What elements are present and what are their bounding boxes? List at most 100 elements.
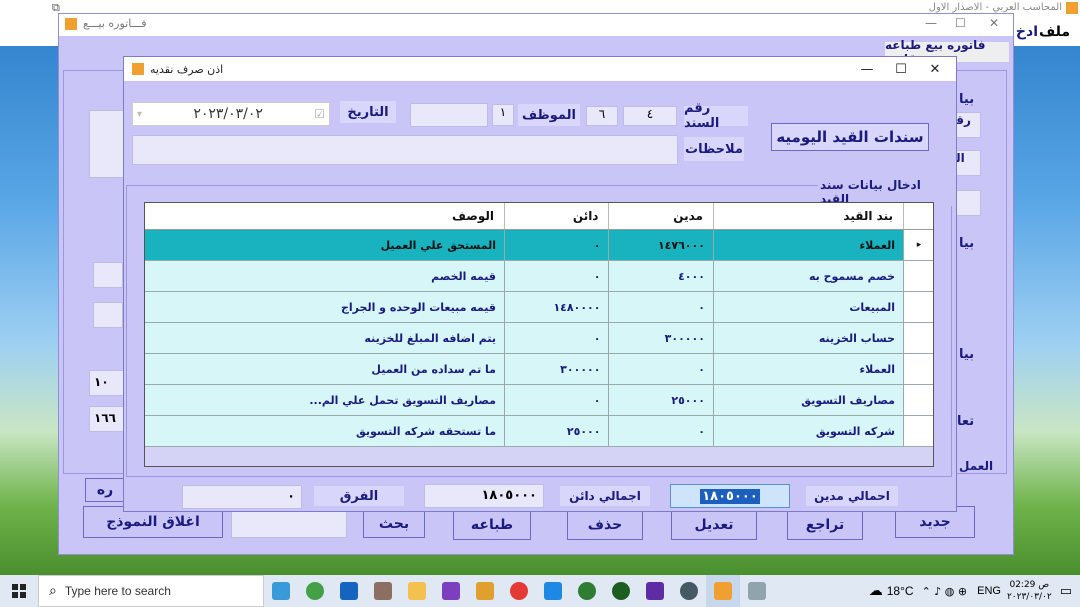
language-indicator[interactable]: ENG (977, 585, 1001, 597)
left-field[interactable] (93, 262, 123, 288)
cell-credit[interactable]: ٠ (504, 229, 610, 261)
cell-desc[interactable]: يتم اضافه المبلغ للخزينه (145, 322, 505, 354)
app-icon[interactable] (264, 575, 298, 607)
voucher-no-field[interactable]: ٤ (623, 106, 677, 126)
col-header-item[interactable]: بند القيد (713, 203, 905, 230)
total-credit-label: اجمالي دائن (560, 486, 650, 506)
close-icon[interactable]: ✕ (918, 57, 952, 81)
cell-item[interactable]: شركه التسويق (713, 415, 905, 447)
undo-button[interactable]: تراجع (787, 510, 863, 540)
cell-item[interactable]: المبيعات (713, 291, 905, 323)
weather-icon[interactable]: ☁ (869, 583, 883, 599)
table-row[interactable]: خصم مسموح به ٤٠٠٠ ٠ قيمه الخصم (145, 260, 933, 292)
cell-debit[interactable]: ٢٥٠٠٠ (608, 384, 714, 416)
maximize-icon[interactable]: ☐ (955, 16, 966, 30)
voucher-no2-field[interactable]: ٦ (586, 106, 618, 126)
whatsapp-icon[interactable] (570, 575, 604, 607)
mail-icon[interactable] (332, 575, 366, 607)
cell-debit[interactable]: ١٤٧٦٠٠٠ (608, 229, 714, 261)
delete-button[interactable]: حذف (567, 510, 643, 540)
employee-name-field[interactable] (410, 103, 488, 127)
table-row[interactable]: حساب الخزينه ٣٠٠٠٠٠ ٠ يتم اضافه المبلغ ل… (145, 322, 933, 354)
checkbox-icon[interactable]: ☑ (314, 107, 325, 121)
visual-studio-icon[interactable] (638, 575, 672, 607)
table-row[interactable]: العملاء ٠ ٣٠٠٠٠٠ ما تم سداده من العميل (145, 353, 933, 385)
cell-desc[interactable]: ما تم سداده من العميل (145, 353, 505, 385)
visual-studio-icon[interactable] (434, 575, 468, 607)
cell-debit[interactable]: ٠ (608, 353, 714, 385)
weather-temp[interactable]: 18°C (887, 584, 914, 598)
cell-item[interactable]: حساب الخزينه (713, 322, 905, 354)
partial-button[interactable]: ره (85, 478, 125, 502)
left-field[interactable] (93, 302, 123, 328)
diff-field[interactable]: ٠ (182, 485, 302, 509)
minimize-icon[interactable]: — (925, 16, 937, 30)
cell-desc[interactable]: قيمه الخصم (145, 260, 505, 292)
app-icon[interactable] (298, 575, 332, 607)
notification-icon[interactable]: ▭ (1060, 584, 1072, 599)
store-icon[interactable] (468, 575, 502, 607)
edit-button[interactable]: تعديل (671, 510, 757, 540)
col-header-desc[interactable]: الوصف (145, 203, 505, 230)
cell-desc[interactable]: قيمه مبيعات الوحده و الجراج (145, 291, 505, 323)
row-header[interactable] (903, 384, 933, 416)
search-button[interactable]: بحث (363, 510, 425, 538)
cell-item[interactable]: العملاء (713, 229, 905, 261)
taskbar-search[interactable]: ⌕ Type here to search (38, 575, 264, 607)
app-icon[interactable] (672, 575, 706, 607)
total-credit-field[interactable]: ١٨٠٥٠٠٠ (424, 484, 544, 508)
row-header[interactable] (903, 353, 933, 385)
cell-item[interactable]: مصاريف التسويق (713, 384, 905, 416)
journal-title-button[interactable]: سندات القيد اليوميه (771, 123, 929, 151)
menu-file[interactable]: ملف (1039, 24, 1070, 40)
windows-start-icon[interactable] (0, 575, 38, 607)
col-header-credit[interactable]: دائن (504, 203, 610, 230)
row-header[interactable] (903, 291, 933, 323)
left-field[interactable] (89, 110, 125, 178)
cell-credit[interactable]: ٠ (504, 260, 610, 292)
cell-item[interactable]: العملاء (713, 353, 905, 385)
date-picker[interactable]: ▾ ٢٠٢٣/٠٣/٠٢ ☑ (132, 102, 330, 126)
app-icon[interactable] (604, 575, 638, 607)
maximize-icon[interactable]: ☐ (884, 57, 918, 81)
table-row[interactable]: المبيعات ٠ ١٤٨٠٠٠٠ قيمه مبيعات الوحده و … (145, 291, 933, 323)
cell-debit[interactable]: ٠ (608, 415, 714, 447)
cell-desc[interactable]: مصاريف التسويق تحمل علي الم... (145, 384, 505, 416)
cell-debit[interactable]: ٠ (608, 291, 714, 323)
cell-desc[interactable]: المستحق علي العميل (145, 229, 505, 261)
row-header[interactable] (903, 322, 933, 354)
col-header-debit[interactable]: مدين (608, 203, 714, 230)
folder-icon[interactable] (400, 575, 434, 607)
minimize-icon[interactable]: — (850, 57, 884, 81)
app-icon[interactable] (740, 575, 774, 607)
chrome-icon[interactable] (502, 575, 536, 607)
cell-credit[interactable]: ٠ (504, 384, 610, 416)
employee-field[interactable]: ١ (492, 104, 514, 126)
vscode-icon[interactable] (536, 575, 570, 607)
row-header[interactable] (903, 260, 933, 292)
table-row[interactable]: ▸ العملاء ١٤٧٦٠٠٠ ٠ المستحق علي العميل (145, 229, 933, 261)
menu-entry[interactable]: ادخ (1016, 24, 1038, 40)
cell-credit[interactable]: ٠ (504, 322, 610, 354)
cell-credit[interactable]: ٣٠٠٠٠٠ (504, 353, 610, 385)
row-selector-icon[interactable]: ▸ (903, 229, 933, 261)
search-input[interactable] (231, 510, 347, 538)
notes-field[interactable] (132, 135, 678, 165)
cell-credit[interactable]: ٢٥٠٠٠ (504, 415, 610, 447)
cell-item[interactable]: خصم مسموح به (713, 260, 905, 292)
side-label: تعا (957, 414, 975, 429)
clock[interactable]: 02:29 ص ٢٠٢٣/٠٣/٠٢ (1007, 579, 1052, 603)
total-debit-field[interactable]: ١٨٠٥٠٠٠ (670, 484, 790, 508)
print-button[interactable]: طباعه (453, 510, 531, 540)
cell-credit[interactable]: ١٤٨٠٠٠٠ (504, 291, 610, 323)
cell-debit[interactable]: ٤٠٠٠ (608, 260, 714, 292)
tray-icons[interactable]: ⌃ ♪ ◍ ⊕ (922, 585, 968, 598)
cell-debit[interactable]: ٣٠٠٠٠٠ (608, 322, 714, 354)
table-row[interactable]: مصاريف التسويق ٢٥٠٠٠ ٠ مصاريف التسويق تح… (145, 384, 933, 416)
row-header[interactable] (903, 415, 933, 447)
app-icon[interactable] (366, 575, 400, 607)
cell-desc[interactable]: ما تستحقه شركه التسويق (145, 415, 505, 447)
table-row[interactable]: شركه التسويق ٠ ٢٥٠٠٠ ما تستحقه شركه التس… (145, 415, 933, 447)
close-icon[interactable]: ✕ (989, 16, 999, 30)
accounting-app-icon[interactable] (706, 575, 740, 607)
